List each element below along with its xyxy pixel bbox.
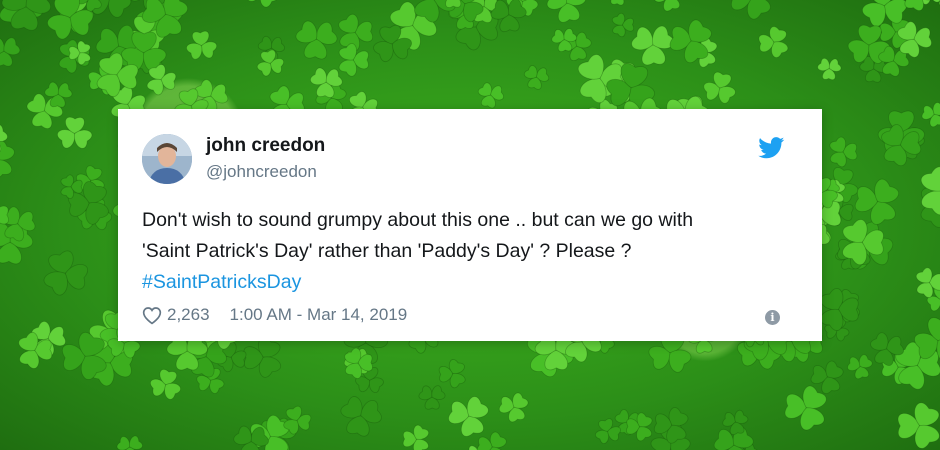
tweet-text-line-1: Don't wish to sound grumpy about this on… <box>142 209 694 231</box>
avatar-image <box>142 134 192 184</box>
tweet-meta: 2,263 1:00 AM - Mar 14, 2019 <box>142 305 407 325</box>
info-icon[interactable]: i <box>765 310 780 325</box>
author-handle[interactable]: @johncreedon <box>206 162 317 182</box>
heart-icon[interactable] <box>142 306 162 325</box>
tweet-card[interactable]: john creedon @johncreedon Don't wish to … <box>118 109 822 341</box>
tweet-timestamp[interactable]: 1:00 AM - Mar 14, 2019 <box>230 305 408 325</box>
like-count[interactable]: 2,263 <box>167 305 210 325</box>
hashtag-link[interactable]: #SaintPatricksDay <box>142 267 802 298</box>
tweet-text: Don't wish to sound grumpy about this on… <box>142 205 802 298</box>
tweet-text-line-2: 'Saint Patrick's Day' rather than 'Paddy… <box>142 240 632 262</box>
author-name[interactable]: john creedon <box>206 135 325 157</box>
avatar[interactable] <box>142 134 192 184</box>
twitter-bird-icon[interactable] <box>758 137 785 159</box>
